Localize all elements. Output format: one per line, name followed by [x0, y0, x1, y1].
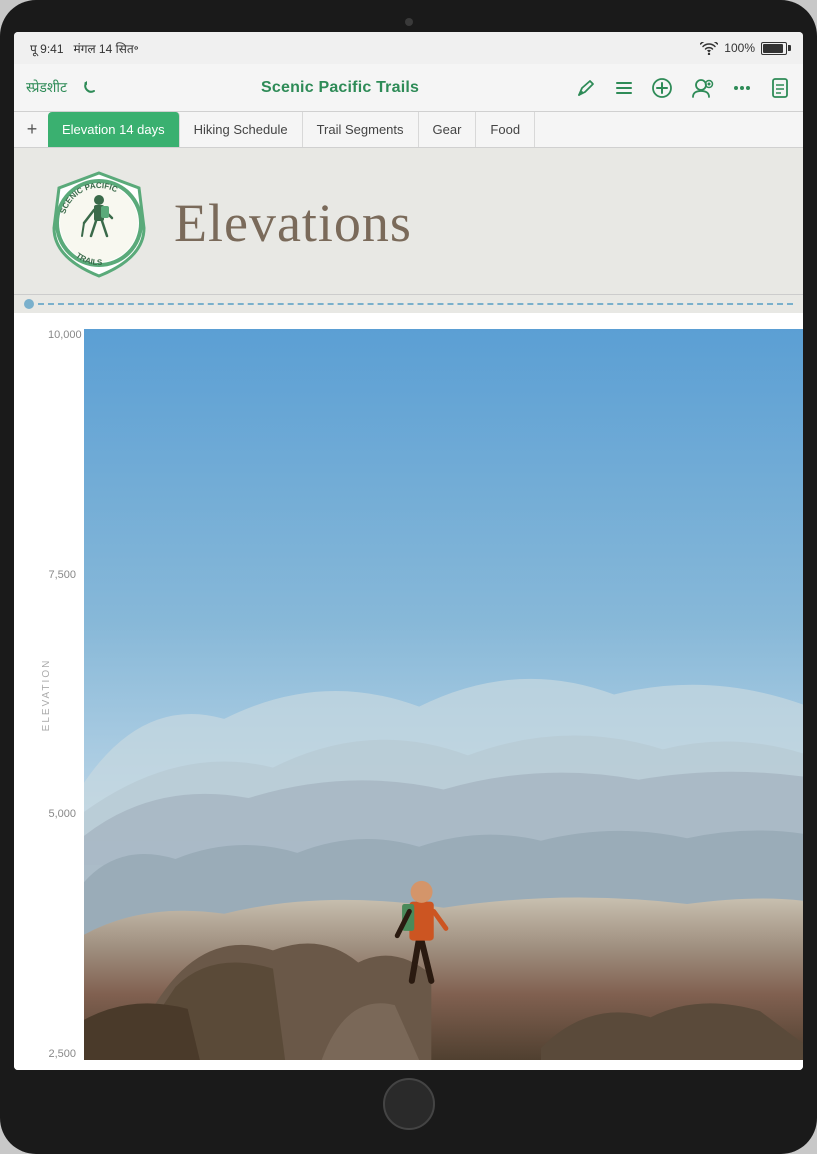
battery-tip	[788, 45, 791, 51]
y-label-10000: 10,000	[48, 329, 76, 341]
content-area: SCENIC PACIFIC TRAILS Elevations	[14, 148, 803, 1070]
date-display: मंगल 14 सित॰	[74, 42, 139, 56]
tab-elevation-14-days[interactable]: Elevation 14 days	[48, 112, 180, 147]
add-tab-button[interactable]: +	[16, 112, 48, 147]
status-right: 100%	[700, 41, 787, 55]
battery-icon	[761, 42, 787, 55]
more-icon[interactable]	[731, 77, 753, 99]
y-axis-title: ELEVATION	[41, 658, 52, 731]
add-icon[interactable]	[651, 77, 673, 99]
tab-hiking-schedule[interactable]: Hiking Schedule	[180, 112, 303, 147]
status-time: पू 9:41 मंगल 14 सित॰	[30, 40, 139, 57]
toolbar-left: स्प्रेडशीट	[26, 74, 105, 102]
spreadsheet-link[interactable]: स्प्रेडशीट	[26, 78, 67, 97]
tab-trail-segments[interactable]: Trail Segments	[303, 112, 419, 147]
tab-gear[interactable]: Gear	[419, 112, 477, 147]
toolbar: स्प्रेडशीट Scenic Pacific Trails	[14, 64, 803, 112]
camera-dot	[405, 18, 413, 26]
home-button[interactable]	[383, 1078, 435, 1130]
battery-percent: 100%	[724, 41, 755, 55]
time-display: पू 9:41	[30, 42, 64, 56]
dashed-line	[38, 303, 793, 305]
y-axis: ELEVATION 10,000 7,500 5,000 2,500	[14, 329, 84, 1060]
chart-section: ELEVATION 10,000 7,500 5,000 2,500	[14, 313, 803, 1070]
tab-food[interactable]: Food	[476, 112, 535, 147]
y-label-2500: 2,500	[48, 1048, 76, 1060]
y-label-7500: 7,500	[48, 569, 76, 581]
battery-fill	[763, 44, 783, 53]
pencil-icon[interactable]	[575, 77, 597, 99]
ipad-frame: पू 9:41 मंगल 14 सित॰ 100%	[0, 0, 817, 1154]
screen: पू 9:41 मंगल 14 सित॰ 100%	[14, 32, 803, 1070]
logo-badge: SCENIC PACIFIC TRAILS	[44, 168, 154, 278]
tabs-bar: + Elevation 14 days Hiking Schedule Trai…	[14, 112, 803, 148]
anchor-dot	[24, 299, 34, 309]
dashed-separator	[14, 295, 803, 313]
filter-icon[interactable]	[613, 77, 635, 99]
undo-button[interactable]	[77, 74, 105, 102]
mountain-photo	[84, 329, 803, 1060]
page-title: Elevations	[174, 192, 412, 254]
sheet-header: SCENIC PACIFIC TRAILS Elevations	[14, 148, 803, 295]
app-title: Scenic Pacific Trails	[261, 79, 419, 97]
wifi-icon	[700, 42, 718, 55]
chart-display-area	[84, 329, 803, 1060]
y-label-5000: 5,000	[48, 808, 76, 820]
collaborate-icon[interactable]	[689, 77, 715, 99]
format-icon[interactable]	[769, 77, 791, 99]
status-bar: पू 9:41 मंगल 14 सित॰ 100%	[14, 32, 803, 64]
toolbar-right	[575, 77, 791, 99]
